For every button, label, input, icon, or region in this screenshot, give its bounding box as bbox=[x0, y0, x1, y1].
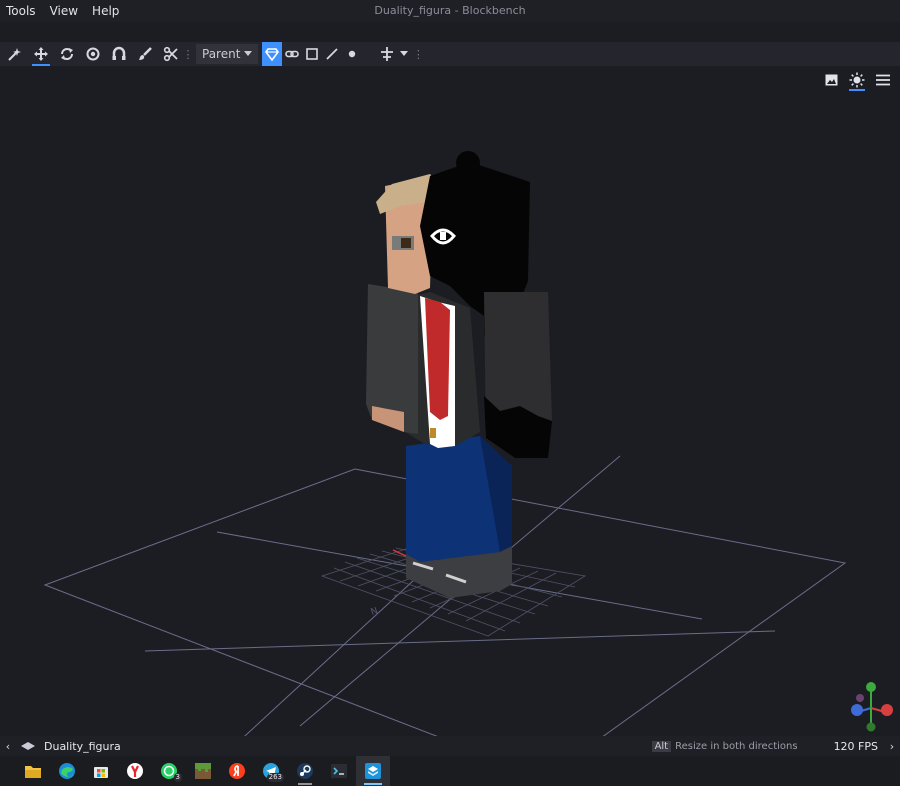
chevron-right-icon[interactable]: › bbox=[884, 740, 900, 753]
object-mode-gem-icon[interactable] bbox=[262, 42, 283, 66]
ms-store-icon[interactable] bbox=[84, 756, 118, 786]
gizmo-z-icon[interactable] bbox=[851, 704, 863, 716]
character-model[interactable] bbox=[366, 151, 552, 598]
move-tool-icon[interactable] bbox=[28, 42, 54, 66]
menu-bar: Tools View Help bbox=[0, 0, 900, 22]
title-gap bbox=[0, 22, 900, 42]
gizmo-y-icon[interactable] bbox=[866, 682, 876, 692]
menu-view[interactable]: View bbox=[43, 0, 85, 22]
model-dark-eye-pupil bbox=[440, 232, 446, 240]
whatsapp-badge: 3 bbox=[173, 773, 182, 782]
scene-canvas: N bbox=[43, 151, 893, 736]
whatsapp-icon[interactable]: 3 bbox=[152, 756, 186, 786]
telegram-icon[interactable]: 263 bbox=[254, 756, 288, 786]
model-hair-bun bbox=[456, 151, 480, 175]
blockbench-icon[interactable] bbox=[356, 756, 390, 786]
gizmo-neg-y-icon[interactable] bbox=[866, 722, 876, 732]
pivot-parent-label: Parent bbox=[202, 47, 241, 61]
file-explorer-icon[interactable] bbox=[16, 756, 50, 786]
status-bar: ‹ Duality_figura Alt Resize in both dire… bbox=[0, 736, 900, 756]
pivot-tool-icon[interactable] bbox=[80, 42, 106, 66]
magic-wand-icon[interactable] bbox=[2, 42, 28, 66]
yandex-browser-icon[interactable] bbox=[118, 756, 152, 786]
vertex-snap-icon[interactable] bbox=[106, 42, 132, 66]
key-hint-text: Resize in both directions bbox=[675, 740, 798, 752]
steam-icon[interactable] bbox=[288, 756, 322, 786]
minecraft-icon[interactable] bbox=[186, 756, 220, 786]
edge-select-icon[interactable] bbox=[322, 42, 342, 66]
taskbar: 3 263 bbox=[0, 756, 900, 786]
telegram-badge: 263 bbox=[266, 773, 284, 782]
model-belt-buckle bbox=[430, 428, 436, 438]
axis-gizmo[interactable] bbox=[851, 682, 893, 732]
chevron-down-icon bbox=[244, 51, 253, 56]
paint-brush-icon[interactable] bbox=[132, 42, 158, 66]
rotate-tool-icon[interactable] bbox=[54, 42, 80, 66]
gizmo-x-icon[interactable] bbox=[881, 704, 893, 716]
tool-bar: ⋮ Parent ⋮ bbox=[0, 42, 900, 66]
transform-space-dropdown-icon[interactable] bbox=[394, 42, 414, 66]
link-icon[interactable] bbox=[282, 42, 302, 66]
face-select-icon[interactable] bbox=[302, 42, 322, 66]
pivot-parent-select[interactable]: Parent bbox=[196, 44, 259, 64]
edge-icon[interactable] bbox=[50, 756, 84, 786]
model-eye bbox=[401, 238, 411, 248]
yandex-icon[interactable] bbox=[220, 756, 254, 786]
toolbar-overflow-icon-2[interactable]: ⋮ bbox=[413, 42, 424, 66]
fps-counter: 120 FPS bbox=[833, 739, 878, 753]
toolbar-overflow-icon[interactable]: ⋮ bbox=[183, 42, 194, 66]
viewport[interactable]: N bbox=[0, 66, 900, 736]
project-icon bbox=[20, 741, 36, 751]
key-hint-badge: Alt bbox=[651, 740, 672, 752]
north-marker: N bbox=[370, 606, 380, 618]
chevron-left-icon[interactable]: ‹ bbox=[0, 740, 16, 753]
vertex-select-icon[interactable] bbox=[342, 42, 362, 66]
scissors-icon[interactable] bbox=[158, 42, 184, 66]
menu-tools[interactable]: Tools bbox=[0, 0, 43, 22]
project-name[interactable]: Duality_figura bbox=[44, 740, 121, 753]
menu-help[interactable]: Help bbox=[85, 0, 126, 22]
terminal-icon[interactable] bbox=[322, 756, 356, 786]
gizmo-neg-x-icon[interactable] bbox=[856, 694, 864, 702]
